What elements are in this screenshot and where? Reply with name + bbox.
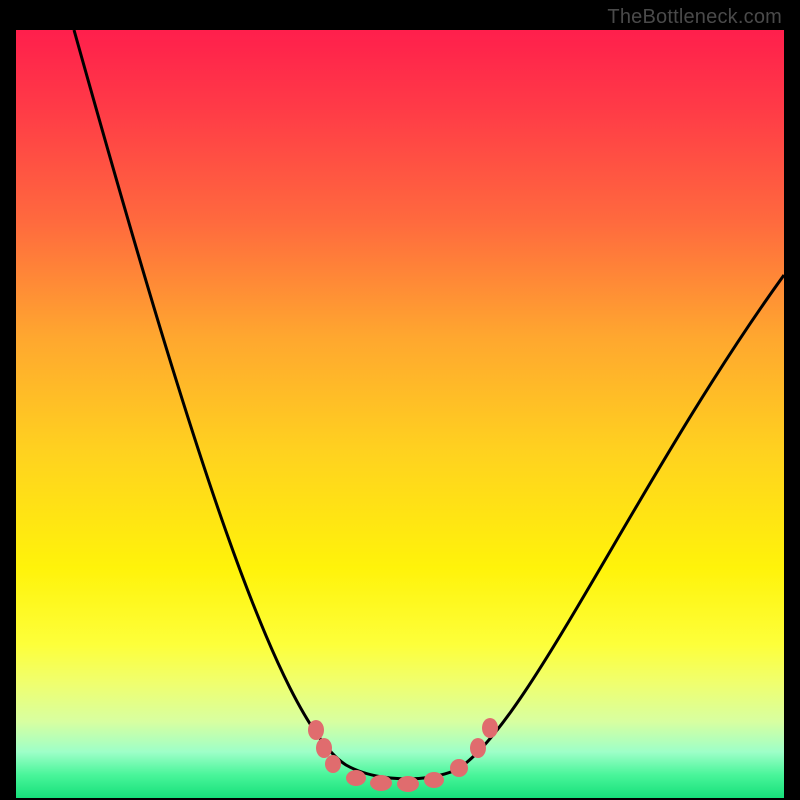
curve-marker <box>482 718 498 738</box>
curve-marker <box>470 738 486 758</box>
watermark-text: TheBottleneck.com <box>607 6 782 29</box>
curve-marker <box>424 772 444 788</box>
chart-svg <box>16 30 784 798</box>
curve-marker <box>308 720 324 740</box>
chart-plot-area <box>16 30 784 798</box>
curve-marker <box>370 775 392 791</box>
curve-marker <box>316 738 332 758</box>
curve-marker <box>346 770 366 786</box>
curve-marker <box>325 755 341 773</box>
curve-marker <box>450 759 468 777</box>
curve-markers <box>308 718 498 792</box>
bottleneck-curve <box>74 30 784 779</box>
curve-marker <box>397 776 419 792</box>
